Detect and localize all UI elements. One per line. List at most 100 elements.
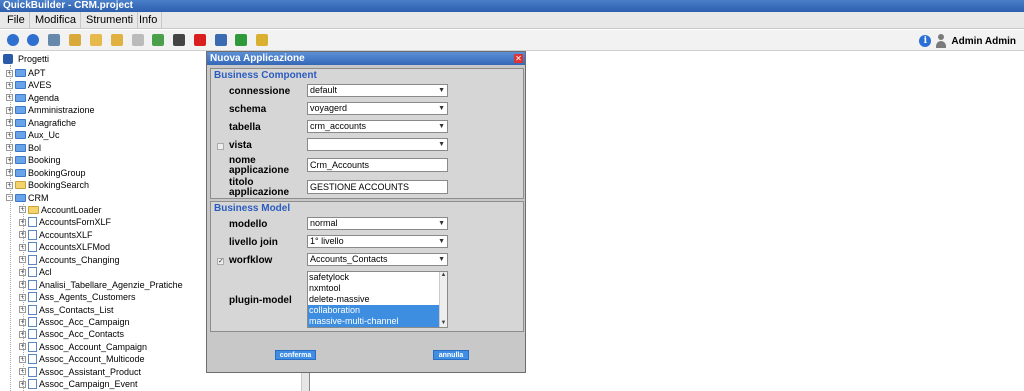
tree-item-label: Accounts_Changing <box>39 254 120 265</box>
chevron-down-icon: ▼ <box>438 87 445 94</box>
business-model-section: Business Model modello normal ▼ livello … <box>210 201 524 332</box>
chevron-down-icon: ▼ <box>438 238 445 245</box>
menu-file[interactable]: File <box>3 12 30 29</box>
tree-item-accountloader[interactable]: + AccountLoader <box>19 204 102 216</box>
tree-item-assoc-account-campaign[interactable]: + Assoc_Account_Campaign <box>19 341 147 353</box>
back-icon[interactable] <box>7 34 19 46</box>
tree-item-assoc-account-multicode[interactable]: + Assoc_Account_Multicode <box>19 353 145 365</box>
plugin-option[interactable]: nxmtool <box>308 283 447 294</box>
tree-item-label: Anagrafiche <box>28 117 77 128</box>
vista-checkbox[interactable] <box>217 143 224 150</box>
tree-item-anagrafiche[interactable]: + Anagrafiche <box>6 117 76 129</box>
open-project-icon[interactable] <box>90 34 102 46</box>
tree-item-label: Ass_Contacts_List <box>39 304 114 315</box>
plugin-option[interactable]: delete-massive <box>308 294 447 305</box>
tree-item-apt[interactable]: + APT <box>6 67 46 79</box>
forward-icon[interactable] <box>27 34 39 46</box>
tree-item-amministrazione[interactable]: + Amministrazione <box>6 104 95 116</box>
menu-bar: File Modifica Strumenti Info <box>0 12 1024 29</box>
folder-icon <box>15 131 26 140</box>
livello-join-select[interactable]: 1° livello ▼ <box>307 235 448 248</box>
connessione-value: default <box>310 85 338 95</box>
tree-item-aux_uc[interactable]: + Aux_Uc <box>6 129 60 141</box>
tree-item-bol[interactable]: + Bol <box>6 142 41 154</box>
tree-item-assoc-acc-campaign[interactable]: + Assoc_Acc_Campaign <box>19 316 130 328</box>
tree-item-assoc-acc-contacts[interactable]: + Assoc_Acc_Contacts <box>19 328 124 340</box>
new-document-icon[interactable] <box>132 34 144 46</box>
modello-select[interactable]: normal ▼ <box>307 217 448 230</box>
workflow-checkbox[interactable]: ✓ <box>217 258 224 265</box>
tree-item-label: Assoc_Account_Multicode <box>39 354 145 365</box>
folder-icon <box>15 81 26 90</box>
connessione-select[interactable]: default ▼ <box>307 84 448 97</box>
titolo-applicazione-input[interactable]: GESTIONE ACCOUNTS <box>307 180 448 194</box>
tree-item-label: Assoc_Account_Campaign <box>39 341 148 352</box>
chevron-down-icon: ▼ <box>438 123 445 130</box>
table-icon[interactable] <box>215 34 227 46</box>
tree-item-crm[interactable]: − CRM <box>6 192 49 204</box>
page-icon <box>28 304 37 315</box>
page-icon <box>28 267 37 278</box>
tree-root[interactable]: Progetti <box>3 53 49 65</box>
folder-icon <box>15 106 26 115</box>
save-icon[interactable] <box>48 34 60 46</box>
scroll-up-icon[interactable]: ▲ <box>440 272 447 279</box>
info-icon[interactable]: i <box>919 35 932 47</box>
tree-item-label: AVES <box>28 80 52 91</box>
tree-item-bookinggroup[interactable]: + BookingGroup <box>6 167 86 179</box>
tree-item-agenda[interactable]: + Agenda <box>6 92 59 104</box>
window-title: QuickBuilder - CRM.project <box>0 0 1024 12</box>
plugin-model-listbox[interactable]: safetylock nxmtool delete-massive collabora… <box>307 271 448 328</box>
tree-item-label: CRM <box>28 192 49 203</box>
tree-item-accounts-changing[interactable]: + Accounts_Changing <box>19 254 120 266</box>
tree-item-label: Booking <box>28 155 61 166</box>
livello-join-label: livello join <box>229 237 278 248</box>
tree-item-accountsxlf[interactable]: + AccountsXLF <box>19 229 93 241</box>
menu-info[interactable]: Info <box>135 12 163 29</box>
menu-modifica[interactable]: Modifica <box>31 12 81 29</box>
plugin-option[interactable]: collaboration <box>308 305 447 316</box>
tree-item-accountsxlfmod[interactable]: + AccountsXLFMod <box>19 241 110 253</box>
tree-item-ass-contacts-list[interactable]: + Ass_Contacts_List <box>19 304 114 316</box>
close-icon[interactable]: ✕ <box>514 54 523 63</box>
listbox-scrollbar[interactable]: ▲ ▼ <box>439 272 447 327</box>
plugin-model-label: plugin-model <box>229 295 292 306</box>
folder-open-icon <box>15 193 26 202</box>
tabella-label: tabella <box>229 122 261 133</box>
chevron-down-icon: ▼ <box>438 105 445 112</box>
scroll-down-icon[interactable]: ▼ <box>440 320 447 327</box>
wizard-icon[interactable] <box>256 34 268 46</box>
tree-item-label: Aux_Uc <box>28 130 60 141</box>
settings-icon[interactable] <box>173 34 185 46</box>
open-folder-icon[interactable] <box>111 34 123 46</box>
tree-item-label: Acl <box>39 267 52 278</box>
export-icon[interactable] <box>235 34 247 46</box>
tree-item-assoc-campaign-event[interactable]: + Assoc_Campaign_Event <box>19 378 138 390</box>
tabella-value: crm_accounts <box>310 121 367 131</box>
new-project-icon[interactable] <box>69 34 81 46</box>
tabella-select[interactable]: crm_accounts ▼ <box>307 120 448 133</box>
plugin-option[interactable]: massive-multi-channel <box>308 316 447 327</box>
tree-guide-line <box>23 203 24 391</box>
delete-icon[interactable] <box>194 34 206 46</box>
tree-item-accountsfornxlf[interactable]: + AccountsFornXLF <box>19 216 111 228</box>
cancel-button[interactable]: annulla <box>433 350 469 360</box>
nome-applicazione-input[interactable]: Crm_Accounts <box>307 158 448 172</box>
user-icon[interactable] <box>935 34 947 48</box>
vista-select[interactable]: ▼ <box>307 138 448 151</box>
tree-item-aves[interactable]: + AVES <box>6 79 51 91</box>
schema-select[interactable]: voyagerd ▼ <box>307 102 448 115</box>
workflow-select[interactable]: Accounts_Contacts ▼ <box>307 253 448 266</box>
import-icon[interactable] <box>152 34 164 46</box>
tree-item-ass-agents-customers[interactable]: + Ass_Agents_Customers <box>19 291 136 303</box>
page-icon <box>28 329 37 340</box>
plugin-option[interactable]: safetylock <box>308 272 447 283</box>
tree-item-assoc-assistant-product[interactable]: + Assoc_Assistant_Product <box>19 366 141 378</box>
confirm-button[interactable]: conferma <box>275 350 316 360</box>
tree-item-bookingsearch[interactable]: + BookingSearch <box>6 179 89 191</box>
tree-item-label: APT <box>28 68 46 78</box>
menu-strumenti[interactable]: Strumenti <box>82 12 139 29</box>
tree-item-analisi-tabellare-agenzie-pratiche[interactable]: + Analisi_Tabellare_Agenzie_Pratiche <box>19 279 183 291</box>
workflow-label: worfklow <box>229 255 273 266</box>
tree-item-booking[interactable]: + Booking <box>6 154 61 166</box>
